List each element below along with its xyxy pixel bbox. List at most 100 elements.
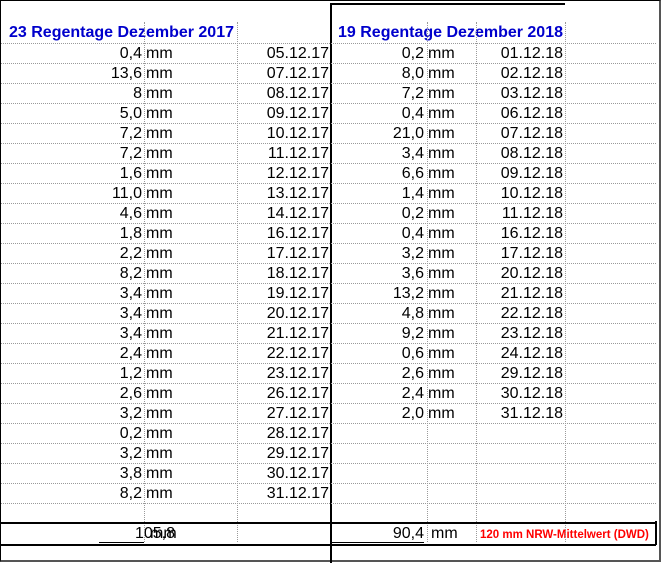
rain-2017-date[interactable]: 22.12.17 [239,344,329,364]
rain-2018-unit[interactable]: mm [428,204,455,224]
rain-2017-value[interactable]: 3,2 [1,444,142,464]
rain-2017-value[interactable]: 3,4 [1,324,142,344]
rain-2018-date[interactable]: 02.12.18 [478,64,563,84]
rain-2018-value[interactable]: 2,4 [332,384,424,404]
rain-2018-value[interactable]: 0,2 [332,204,424,224]
rain-2017-unit[interactable]: mm [146,484,173,504]
rain-2017-value[interactable]: 8,2 [1,484,142,504]
total-2017-unit[interactable]: mm [150,524,177,544]
rain-2018-date[interactable]: 16.12.18 [478,224,563,244]
rain-2018-date[interactable]: 24.12.18 [478,344,563,364]
rain-2018-value[interactable]: 13,2 [332,284,424,304]
rain-2017-value[interactable]: 3,4 [1,284,142,304]
rain-2018-value[interactable]: 8,0 [332,64,424,84]
rain-2017-unit[interactable]: mm [146,464,173,484]
total-2018-unit[interactable]: mm [431,524,458,544]
rain-2017-value[interactable]: 0,2 [1,424,142,444]
rain-2018-value[interactable]: 7,2 [332,84,424,104]
rain-2017-date[interactable]: 21.12.17 [239,324,329,344]
rain-2017-date[interactable]: 19.12.17 [239,284,329,304]
rain-2017-unit[interactable]: mm [146,424,173,444]
rain-2017-date[interactable]: 17.12.17 [239,244,329,264]
rain-2017-date[interactable]: 16.12.17 [239,224,329,244]
rain-2017-value[interactable]: 2,2 [1,244,142,264]
rain-2018-unit[interactable]: mm [428,244,455,264]
rain-2018-unit[interactable]: mm [428,344,455,364]
rain-2017-date[interactable]: 29.12.17 [239,444,329,464]
rain-2017-unit[interactable]: mm [146,164,173,184]
rain-2018-unit[interactable]: mm [428,224,455,244]
rain-2018-unit[interactable]: mm [428,384,455,404]
rain-2017-value[interactable]: 1,8 [1,224,142,244]
rain-2017-unit[interactable]: mm [146,104,173,124]
rain-2017-value[interactable]: 8 [1,84,142,104]
rain-2018-date[interactable]: 20.12.18 [478,264,563,284]
total-2017-value[interactable]: 105,8 [1,524,175,544]
total-2018-value[interactable]: 90,4 [332,524,424,544]
rain-2018-value[interactable]: 4,8 [332,304,424,324]
rain-2017-value[interactable]: 1,6 [1,164,142,184]
header-2018[interactable]: 19 Regentage Dezember 2018 [338,23,563,43]
rain-2018-value[interactable]: 0,6 [332,344,424,364]
rain-2018-date[interactable]: 31.12.18 [478,404,563,424]
rain-2017-unit[interactable]: mm [146,284,173,304]
rain-2018-date[interactable]: 21.12.18 [478,284,563,304]
rain-2018-date[interactable]: 01.12.18 [478,44,563,64]
rain-2018-unit[interactable]: mm [428,44,455,64]
rain-2018-unit[interactable]: mm [428,124,455,144]
rain-2017-unit[interactable]: mm [146,404,173,424]
rain-2017-unit[interactable]: mm [146,344,173,364]
rain-2017-unit[interactable]: mm [146,324,173,344]
rain-2018-date[interactable]: 17.12.18 [478,244,563,264]
rain-2017-value[interactable]: 0,4 [1,44,142,64]
rain-2018-date[interactable]: 07.12.18 [478,124,563,144]
rain-2017-value[interactable]: 8,2 [1,264,142,284]
rain-2018-value[interactable]: 3,6 [332,264,424,284]
rain-2017-unit[interactable]: mm [146,384,173,404]
rain-2018-unit[interactable]: mm [428,84,455,104]
rain-2018-date[interactable]: 29.12.18 [478,364,563,384]
rain-2018-date[interactable]: 11.12.18 [478,204,563,224]
rain-2017-date[interactable]: 30.12.17 [239,464,329,484]
rain-2017-value[interactable]: 2,6 [1,384,142,404]
rain-2018-value[interactable]: 2,6 [332,364,424,384]
rain-2018-value[interactable]: 2,0 [332,404,424,424]
rain-2017-date[interactable]: 13.12.17 [239,184,329,204]
rain-2017-unit[interactable]: mm [146,264,173,284]
rain-2017-date[interactable]: 18.12.17 [239,264,329,284]
rain-2018-value[interactable]: 1,4 [332,184,424,204]
rain-2017-date[interactable]: 07.12.17 [239,64,329,84]
rain-2017-date[interactable]: 08.12.17 [239,84,329,104]
rain-2017-unit[interactable]: mm [146,244,173,264]
rain-2018-unit[interactable]: mm [428,284,455,304]
rain-2018-unit[interactable]: mm [428,64,455,84]
rain-2017-unit[interactable]: mm [146,444,173,464]
rain-2017-unit[interactable]: mm [146,184,173,204]
rain-2017-date[interactable]: 12.12.17 [239,164,329,184]
rain-2018-unit[interactable]: mm [428,184,455,204]
rain-2017-value[interactable]: 11,0 [1,184,142,204]
rain-2017-value[interactable]: 7,2 [1,144,142,164]
rain-2017-value[interactable]: 13,6 [1,64,142,84]
rain-2018-date[interactable]: 30.12.18 [478,384,563,404]
rain-2018-date[interactable]: 23.12.18 [478,324,563,344]
rain-2017-date[interactable]: 14.12.17 [239,204,329,224]
rain-2018-unit[interactable]: mm [428,404,455,424]
rain-2018-unit[interactable]: mm [428,144,455,164]
rain-2017-unit[interactable]: mm [146,364,173,384]
rain-2017-unit[interactable]: mm [146,204,173,224]
rain-2018-unit[interactable]: mm [428,324,455,344]
rain-2017-unit[interactable]: mm [146,64,173,84]
rain-2018-date[interactable]: 06.12.18 [478,104,563,124]
rain-2018-unit[interactable]: mm [428,164,455,184]
rain-2017-date[interactable]: 26.12.17 [239,384,329,404]
rain-2018-date[interactable]: 08.12.18 [478,144,563,164]
rain-2018-value[interactable]: 6,6 [332,164,424,184]
rain-2017-unit[interactable]: mm [146,304,173,324]
rain-2017-value[interactable]: 1,2 [1,364,142,384]
rain-2018-value[interactable]: 3,4 [332,144,424,164]
rain-2017-date[interactable]: 23.12.17 [239,364,329,384]
rain-2017-date[interactable]: 05.12.17 [239,44,329,64]
header-2017[interactable]: 23 Regentage Dezember 2017 [9,23,234,43]
rain-2017-date[interactable]: 09.12.17 [239,104,329,124]
